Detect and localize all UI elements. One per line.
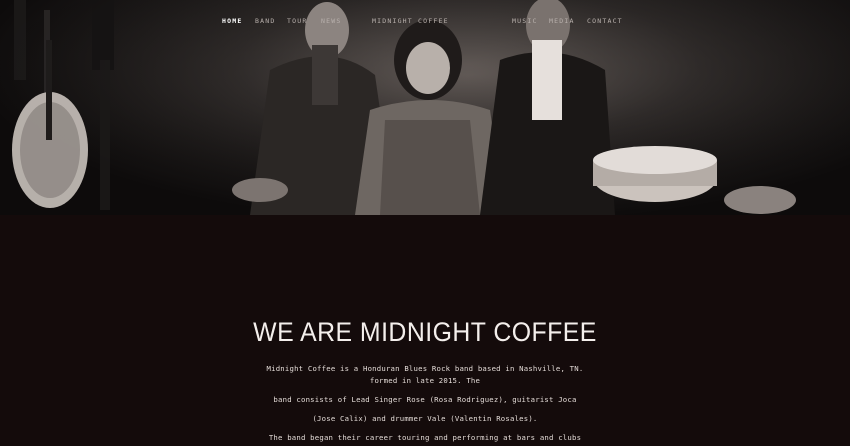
nav-music[interactable]: MUSIC: [512, 17, 538, 25]
nav-tour[interactable]: TOUR: [287, 17, 307, 25]
nav-media[interactable]: MEDIA: [549, 17, 575, 25]
nav-home[interactable]: HOME: [222, 17, 242, 25]
hero-band-photo: HOME BAND TOUR NEWS MIDNIGHT COFFEE MUSI…: [0, 0, 850, 215]
nav-news[interactable]: NEWS: [321, 17, 341, 25]
about-heading: WE ARE MIDNIGHT COFFEE: [253, 317, 597, 347]
about-line: The band began their career touring and …: [268, 433, 582, 442]
about-line: (Jose Calix) and drummer Vale (Valentin …: [312, 414, 538, 423]
nav-band[interactable]: BAND: [255, 17, 275, 25]
nav-contact[interactable]: CONTACT: [587, 17, 623, 25]
about-line: formed in late 2015. The: [369, 376, 481, 385]
about-line: band consists of Lead Singer Rose (Rosa …: [273, 395, 577, 404]
main-navigation: HOME BAND TOUR NEWS MIDNIGHT COFFEE MUSI…: [0, 14, 850, 30]
about-section: WE ARE MIDNIGHT COFFEE Midnight Coffee i…: [0, 215, 850, 446]
brand-logo[interactable]: MIDNIGHT COFFEE: [372, 17, 449, 25]
band-photo-illustration: [0, 0, 850, 215]
